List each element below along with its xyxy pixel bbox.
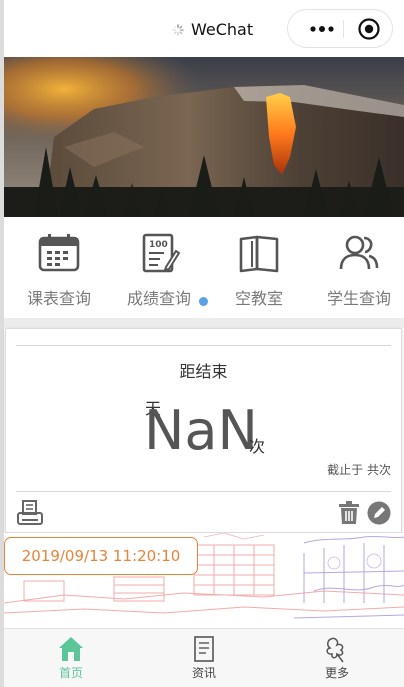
tab-label: 首页 bbox=[58, 666, 83, 680]
close-target-icon[interactable] bbox=[358, 18, 380, 40]
edit-pencil-icon[interactable] bbox=[367, 501, 391, 525]
mountain-photo bbox=[4, 57, 404, 217]
countdown-card: 距结束 天 NaN 次 截止于 共次 bbox=[5, 328, 402, 533]
calendar-icon bbox=[38, 234, 80, 272]
flower-icon bbox=[326, 637, 344, 663]
trash-icon[interactable] bbox=[338, 501, 360, 525]
tab-label: 更多 bbox=[324, 666, 349, 680]
timestamp-pill[interactable]: 2019/09/13 11:20:10 bbox=[4, 537, 198, 575]
countdown-cutoff: 截止于 共次 bbox=[327, 463, 391, 477]
quick-action-empty-classroom[interactable]: 空教室 bbox=[209, 233, 309, 309]
hero-banner-image[interactable] bbox=[4, 57, 404, 217]
capsule-separator bbox=[343, 20, 344, 38]
wechat-top-bar: WeChat bbox=[4, 0, 404, 57]
quick-action-timetable[interactable]: 课表查询 bbox=[9, 233, 109, 309]
countdown-count-unit: 次 bbox=[249, 437, 266, 456]
score-sheet-icon: 100 bbox=[142, 233, 180, 273]
news-icon bbox=[194, 636, 214, 662]
people-icon bbox=[339, 235, 379, 270]
section-divider bbox=[4, 318, 404, 328]
tab-news[interactable]: 资讯 bbox=[164, 635, 244, 681]
tab-label: 资讯 bbox=[191, 666, 216, 680]
printer-icon[interactable] bbox=[16, 499, 44, 527]
quick-action-student-search[interactable]: 学生查询 bbox=[309, 233, 404, 309]
tab-more[interactable]: 更多 bbox=[297, 635, 377, 681]
quick-action-label: 学生查询 bbox=[326, 289, 391, 308]
quick-action-scores[interactable]: 100 成绩查询 bbox=[109, 233, 209, 309]
countdown-title: 距结束 bbox=[179, 362, 228, 381]
quick-action-label: 空教室 bbox=[234, 289, 283, 308]
svg-text:100: 100 bbox=[149, 240, 168, 250]
card-top-divider bbox=[16, 345, 391, 346]
card-bottom-divider bbox=[16, 491, 391, 492]
open-book-icon bbox=[239, 235, 279, 273]
quick-action-label: 课表查询 bbox=[26, 289, 91, 308]
loading-spinner-icon bbox=[172, 24, 184, 36]
wechat-title: WeChat bbox=[191, 20, 254, 39]
bottom-tab-bar: 首页 资讯 更多 bbox=[4, 628, 404, 687]
tab-home[interactable]: 首页 bbox=[31, 635, 111, 681]
countdown-value: NaN bbox=[144, 399, 258, 462]
home-icon bbox=[59, 637, 83, 661]
notification-badge-dot bbox=[199, 297, 208, 306]
capsule-menu bbox=[287, 9, 393, 48]
quick-action-label: 成绩查询 bbox=[126, 289, 191, 308]
more-dots-icon[interactable] bbox=[310, 26, 334, 32]
